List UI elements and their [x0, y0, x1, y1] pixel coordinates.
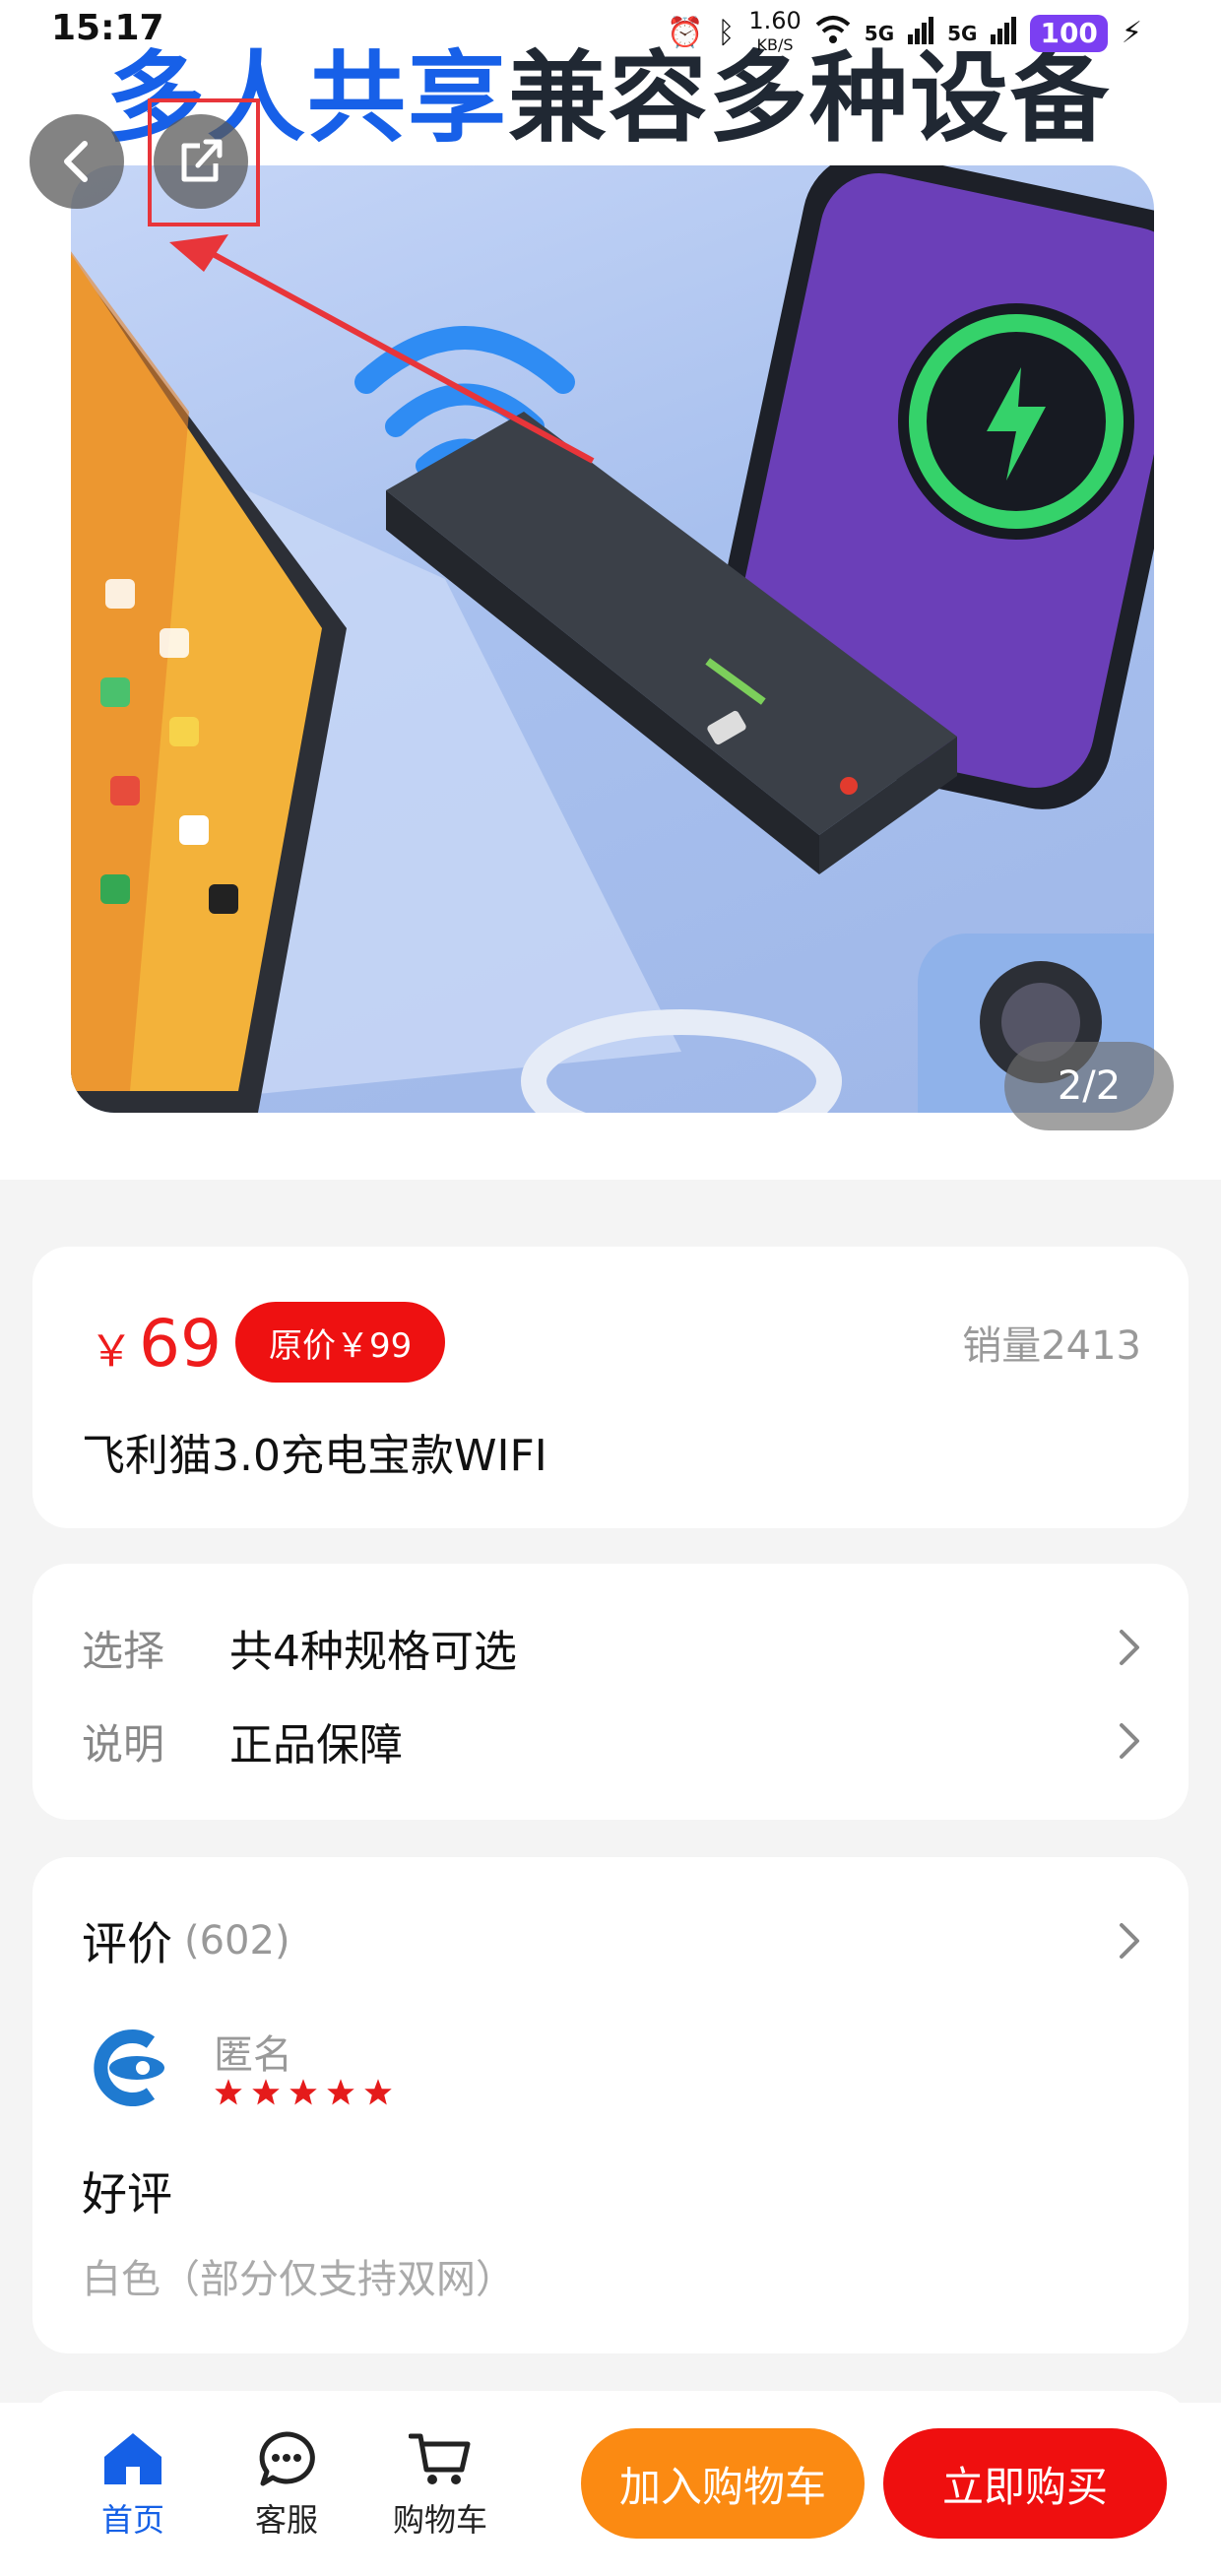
nav-cart[interactable]: 购物车 — [376, 2426, 504, 2541]
review-text: 好评 — [82, 2167, 172, 2221]
sales-count: 销量2413 — [962, 1323, 1141, 1369]
price-value: 69 — [139, 1306, 222, 1382]
bluetooth-icon: ᛒ — [717, 16, 736, 50]
reviewer-name: 匿名 — [214, 2032, 292, 2078]
cart-icon — [406, 2426, 475, 2491]
currency-symbol: ￥ — [90, 1326, 133, 1377]
nav-home[interactable]: 首页 — [69, 2426, 197, 2541]
back-button[interactable] — [30, 114, 124, 209]
image-pager: 2/2 — [1004, 1042, 1174, 1130]
speed-unit: KB/S — [756, 35, 794, 54]
original-price-badge: 原价￥99 — [235, 1302, 446, 1383]
chat-bubble-icon — [252, 2426, 321, 2491]
star-icon — [289, 2079, 317, 2105]
speed-value: 1.60 — [748, 7, 802, 34]
bottom-action-bar: 首页 客服 购物车 加入购物车 立即购买 — [0, 2403, 1221, 2576]
buy-now-button[interactable]: 立即购买 — [883, 2428, 1167, 2539]
status-icons: ⏰ ᛒ 1.60 KB/S 5G 5G 100 ⚡ — [666, 7, 1142, 56]
product-title: 飞利猫3.0充电宝款WIFI — [82, 1431, 547, 1481]
signal-5g-1: 5G — [864, 21, 895, 45]
rating-stars — [214, 2078, 393, 2107]
avatar — [82, 2021, 176, 2115]
spec-row-select[interactable]: 选择 共4种规格可选 — [82, 1613, 1149, 1682]
review-title: 评价 — [82, 1917, 172, 1970]
charging-icon: ⚡ — [1121, 16, 1142, 50]
status-time: 15:17 — [51, 8, 164, 48]
headline-dark: 兼容多种设备 — [508, 40, 1111, 156]
signal-5g-2: 5G — [947, 21, 978, 45]
nav-customer-service[interactable]: 客服 — [223, 2426, 351, 2541]
share-highlight-box — [148, 98, 260, 226]
review-header[interactable]: 评价 (602) — [82, 1906, 1149, 1975]
review-card: 评价 (602) 匿名 好评 白色（部分仅支持双网） — [32, 1857, 1189, 2353]
alarm-icon: ⏰ — [666, 16, 704, 50]
price-card: ￥ 69 原价￥99 销量2413 飞利猫3.0充电宝款WIFI — [32, 1247, 1189, 1528]
signal-bars-icon-2 — [991, 15, 1017, 52]
star-icon — [252, 2079, 280, 2105]
wifi-icon — [815, 15, 851, 52]
spec-row-description[interactable]: 说明 正品保障 — [82, 1707, 1149, 1775]
spec-label: 选择 — [82, 1626, 165, 1675]
star-icon — [215, 2079, 242, 2105]
spec-label: 说明 — [82, 1719, 165, 1769]
nav-service-label: 客服 — [254, 2501, 318, 2539]
price: ￥ 69 — [90, 1306, 222, 1382]
signal-bars-icon — [908, 15, 934, 52]
star-icon — [327, 2079, 354, 2105]
star-icon — [364, 2079, 392, 2105]
nav-cart-label: 购物车 — [392, 2501, 487, 2539]
review-variant: 白色（部分仅支持双网） — [82, 2257, 515, 2302]
spec-value: 正品保障 — [229, 1720, 403, 1771]
chevron-right-icon — [1110, 1721, 1149, 1761]
product-image-carousel[interactable]: 多人共享兼容多种设备 15:17 ⏰ ᛒ 1.60 KB/S 5G 5G 100… — [0, 0, 1221, 1180]
product-photo — [71, 165, 1154, 1113]
spec-card: 选择 共4种规格可选 说明 正品保障 — [32, 1564, 1189, 1820]
battery-indicator: 100 — [1030, 14, 1108, 52]
add-to-cart-button[interactable]: 加入购物车 — [581, 2428, 865, 2539]
spec-value: 共4种规格可选 — [229, 1627, 517, 1677]
product-detail-screen: 多人共享兼容多种设备 15:17 ⏰ ᛒ 1.60 KB/S 5G 5G 100… — [0, 0, 1221, 2576]
chevron-right-icon — [1110, 1628, 1149, 1667]
network-speed: 1.60 KB/S — [748, 7, 802, 56]
chevron-right-icon — [1110, 1921, 1149, 1961]
home-icon — [98, 2426, 167, 2491]
review-count: (602) — [184, 1918, 290, 1964]
chevron-left-icon — [64, 141, 88, 182]
nav-home-label: 首页 — [100, 2501, 164, 2539]
